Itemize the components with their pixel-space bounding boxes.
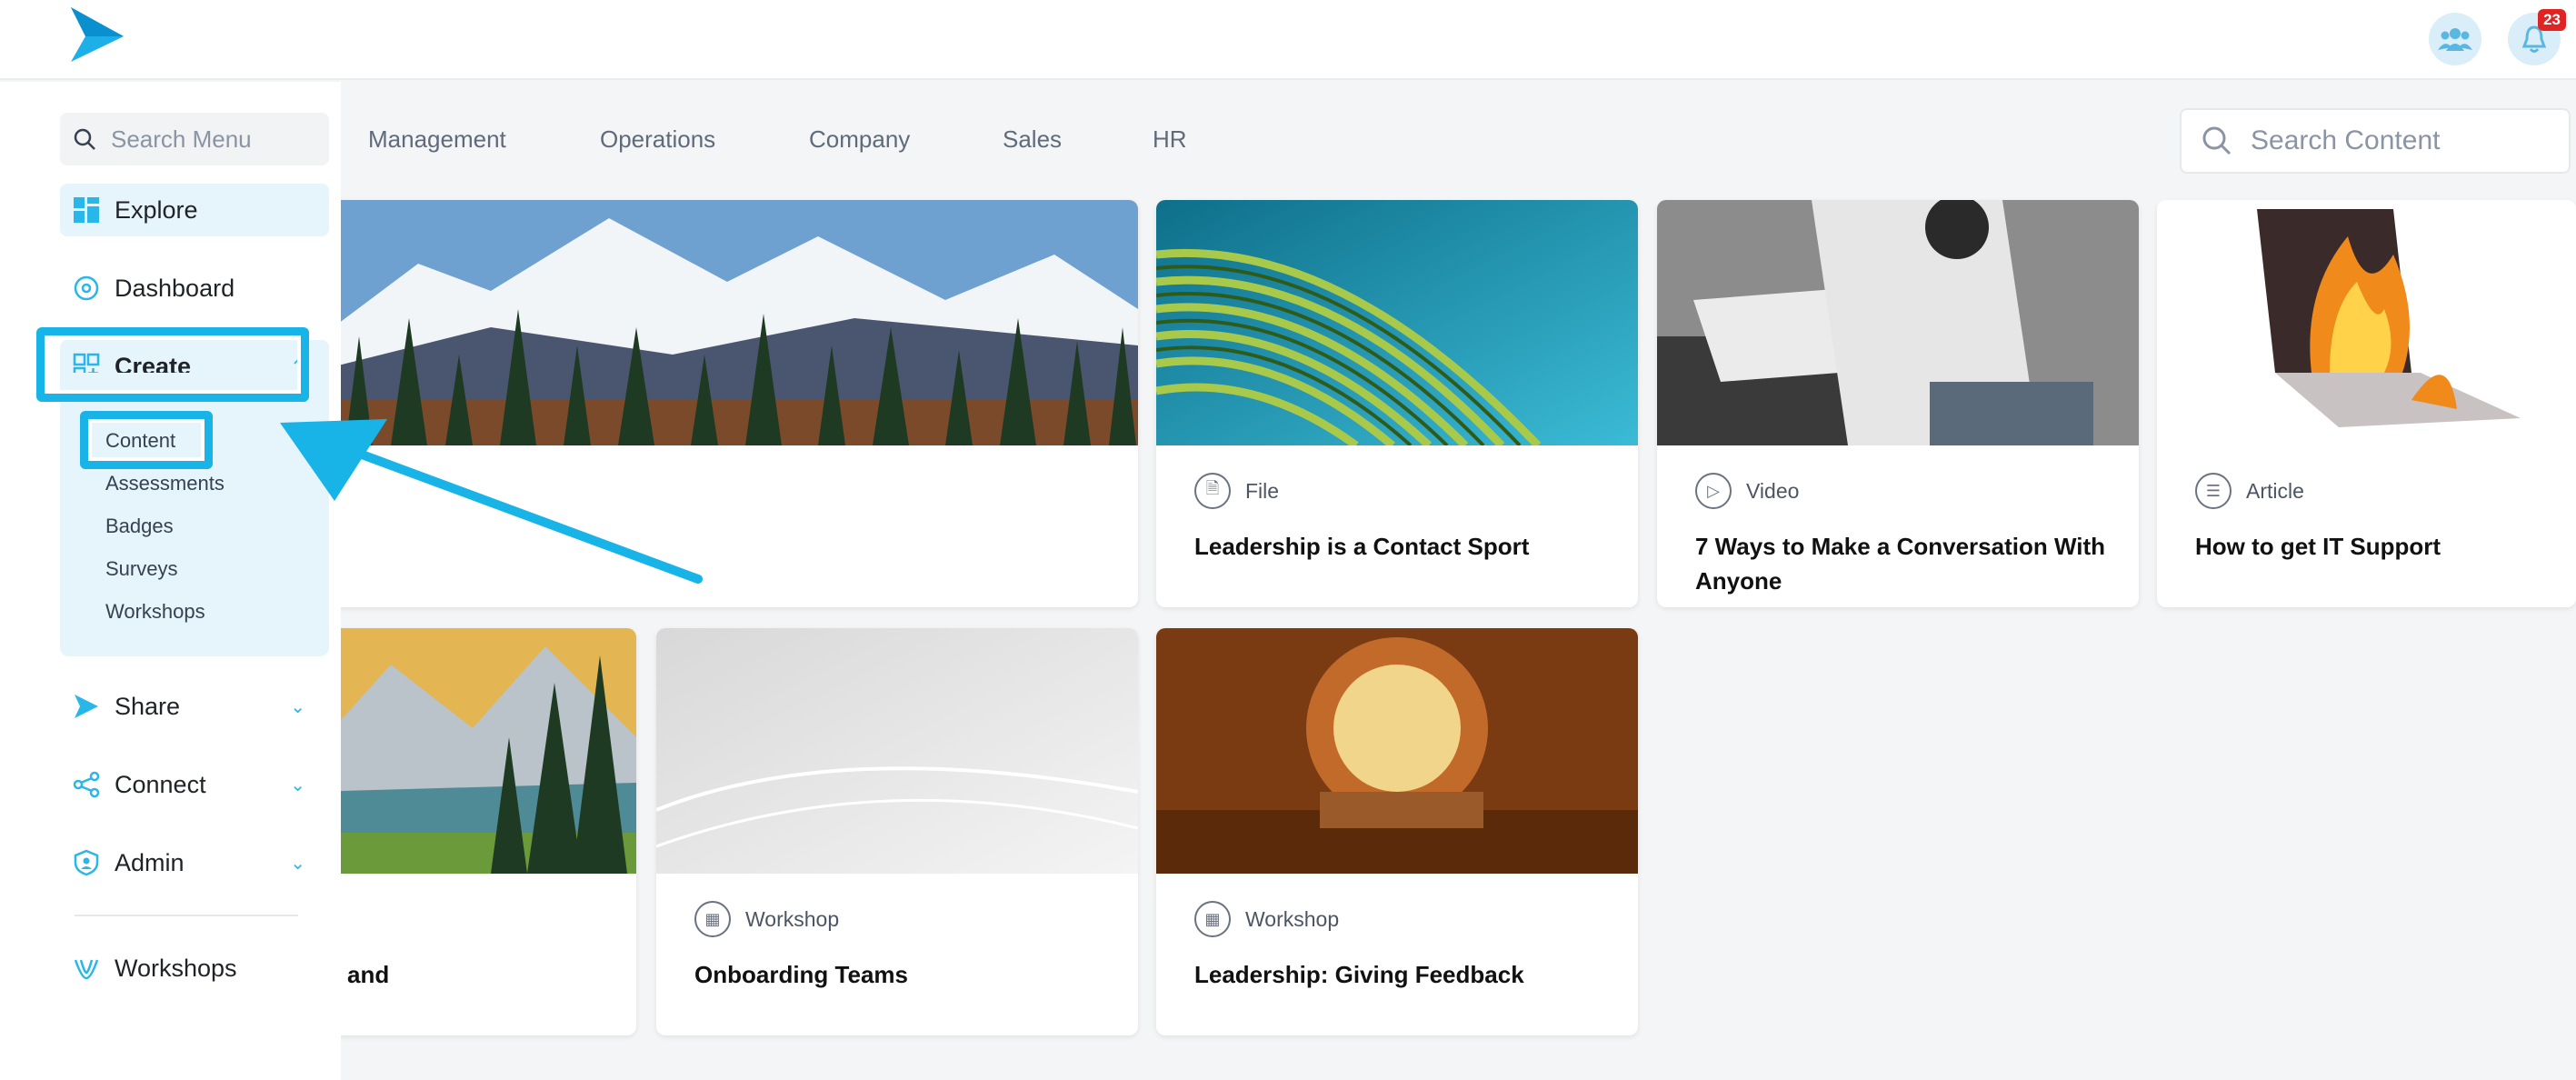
category-tab-operations[interactable]: Operations [600, 125, 715, 154]
card-image [1156, 628, 1638, 874]
card-title: 7 Ways to Make a Conversation With Anyon… [1695, 533, 2106, 595]
sidebar-item-connect[interactable]: Connect ⌄ [60, 758, 329, 811]
sidebar-item-label: Connect [115, 770, 206, 798]
card-type: ☰ Article [2195, 473, 2304, 509]
card-type-label: File [1245, 478, 1280, 503]
card-type: 🗎 File [1194, 473, 1279, 509]
card-title: and [347, 961, 390, 988]
sidebar-divider [75, 915, 298, 916]
card-type-label: Workshop [1245, 906, 1340, 931]
card-type: ▦ Workshop [694, 901, 839, 937]
card-image [309, 200, 1138, 445]
sidebar-item-explore[interactable]: Explore [60, 184, 329, 236]
workshops-icon [74, 959, 99, 980]
category-tab-management[interactable]: Management [368, 125, 506, 154]
sidebar-item-label: Workshops [115, 954, 237, 982]
card-title: Leadership: Giving Feedback [1194, 961, 1524, 988]
submenu-item-surveys[interactable]: Surveys [105, 557, 177, 581]
sidebar-item-label: Share [115, 692, 181, 720]
sidebar-item-dashboard[interactable]: Dashboard [60, 262, 329, 315]
highlight-content [80, 411, 213, 469]
search-content-placeholder: Search Content [2251, 125, 2441, 155]
grid-icon [74, 197, 99, 223]
chevron-down-icon: ⌄ [290, 853, 305, 874]
card-type-label: Workshop [745, 906, 840, 931]
file-icon: 🗎 [1194, 473, 1231, 509]
sidebar-item-label: Admin [115, 848, 185, 876]
submenu-item-badges[interactable]: Badges [105, 515, 174, 538]
content-card[interactable]: ▦ Workshop Onboarding Teams [656, 628, 1138, 1035]
submenu-item-workshops[interactable]: Workshops [105, 600, 205, 624]
sidebar-item-admin[interactable]: Admin ⌄ [60, 836, 329, 889]
card-title: Onboarding Teams [694, 961, 908, 988]
sidebar-item-label: Explore [115, 195, 198, 224]
workshop-icon: ▦ [694, 901, 731, 937]
dashboard-icon [74, 275, 99, 301]
search-menu-input[interactable]: Search Menu [60, 113, 329, 165]
card-type: ▦ Workshop [1194, 901, 1339, 937]
card-type: ▷ Video [1695, 473, 1799, 509]
video-icon: ▷ [1695, 473, 1732, 509]
card-image [1657, 200, 2139, 445]
content-card[interactable]: ☰ Article How to get IT Support [2157, 200, 2576, 607]
content-card[interactable]: 🗎 File Leadership is a Contact Sport [1156, 200, 1638, 607]
card-image [309, 628, 636, 874]
content-card[interactable]: and [309, 628, 636, 1035]
bell-icon[interactable]: 23 [2508, 9, 2566, 65]
search-menu-placeholder: Search Menu [111, 125, 252, 153]
admin-shield-icon [74, 849, 99, 876]
category-tab-sales[interactable]: Sales [1003, 125, 1062, 154]
card-title: How to get IT Support [2195, 533, 2441, 560]
top-bar: 23 [0, 0, 2576, 80]
card-type-label: Video [1746, 478, 1800, 503]
content-card[interactable]: ▷ Video 7 Ways to Make a Conversation Wi… [1657, 200, 2139, 607]
send-icon [75, 695, 98, 718]
card-image [2157, 200, 2576, 445]
category-tab-hr[interactable]: HR [1153, 125, 1187, 154]
card-type-label: Article [2246, 478, 2304, 503]
submenu-item-assessments[interactable]: Assessments [105, 472, 225, 495]
highlight-create [36, 327, 309, 402]
sidebar-item-workshops[interactable]: Workshops [60, 942, 329, 995]
card-title: Leadership is a Contact Sport [1194, 533, 1530, 560]
card-image [1156, 200, 1638, 445]
search-icon [74, 128, 95, 150]
sidebar-item-label: Dashboard [115, 274, 235, 302]
chevron-down-icon: ⌄ [290, 775, 305, 795]
search-icon [2202, 126, 2232, 155]
chevron-down-icon: ⌄ [290, 696, 305, 717]
category-tab-company[interactable]: Company [809, 125, 910, 154]
article-icon: ☰ [2195, 473, 2232, 509]
annotation-arrow [280, 419, 703, 584]
sidebar-item-share[interactable]: Share ⌄ [60, 680, 329, 733]
team-icon[interactable] [2429, 13, 2481, 65]
content-card[interactable]: ▦ Workshop Leadership: Giving Feedback [1156, 628, 1638, 1035]
app-logo[interactable] [67, 5, 127, 62]
connect-icon [73, 771, 100, 798]
search-content-input[interactable]: Search Content [2180, 108, 2571, 174]
notification-badge: 23 [2538, 9, 2566, 31]
card-image [656, 628, 1138, 874]
workshop-icon: ▦ [1194, 901, 1231, 937]
